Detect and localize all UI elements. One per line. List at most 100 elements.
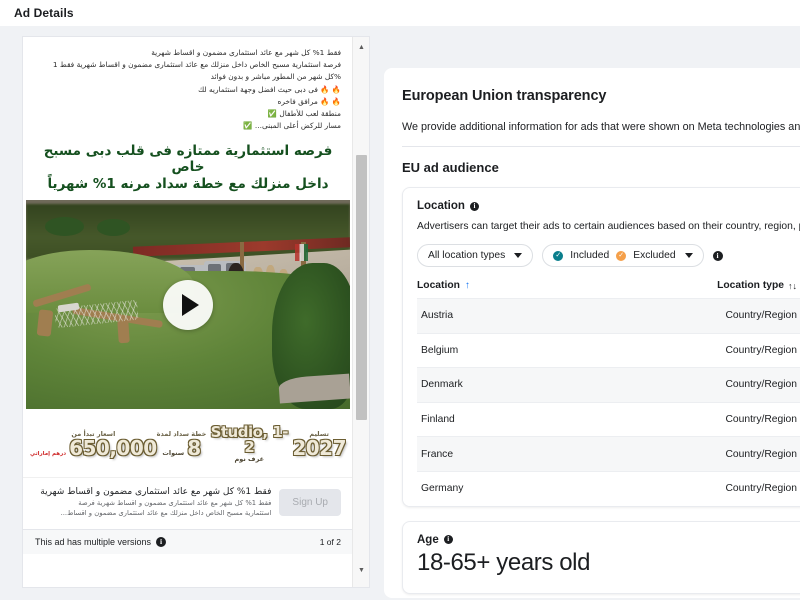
eu-transparency-panel: European Union transparency We provide a… <box>384 68 800 598</box>
ad-body-line-text: مسار للركض أعلى المبنى... <box>254 121 341 131</box>
age-card-heading: Age i <box>417 534 800 546</box>
table-fade-overlay <box>403 491 800 506</box>
chevron-down-icon <box>684 253 693 258</box>
ad-versions-count: 1 of 2 <box>319 536 341 547</box>
ad-body-text: فقط 1% كل شهر مع عائد استثمارى مضمون و ا… <box>23 37 353 137</box>
spec-currency: درهم إماراتي <box>30 451 67 458</box>
spec-price: اسعار تبدأ من 650,000 درهم إماراتي <box>30 430 157 458</box>
ad-cta-row: فقط 1% كل شهر مع عائد استثمارى مضمون و ا… <box>23 477 353 529</box>
ad-video-thumbnail[interactable] <box>26 200 350 410</box>
ad-specs-banner: تسليم 2027 Studio, 1-2 غرف نوم خطة سداد … <box>26 409 350 478</box>
column-header-location-type[interactable]: Location type ↑↓ <box>717 280 800 291</box>
row-location: Belgium <box>421 344 459 356</box>
sort-toggle-icon: ↑↓ <box>788 280 797 291</box>
scrollbar-thumb[interactable] <box>356 155 367 420</box>
page-body: فقط 1% كل شهر مع عائد استثمارى مضمون و ا… <box>0 26 800 600</box>
age-heading-label: Age <box>417 533 439 546</box>
ad-headline-line1: فرصه استثمارية ممتازه فى قلب دبى مسبح خا… <box>43 142 333 176</box>
location-table-body: Austria Country/Region Belgium Country/R… <box>417 298 800 506</box>
eu-ad-audience-heading: EU ad audience <box>402 160 499 175</box>
sign-up-button[interactable]: Sign Up <box>279 488 341 516</box>
row-location: France <box>421 448 454 460</box>
spec-bedrooms: Studio, 1-2 غرف نوم <box>206 423 292 464</box>
row-location: Denmark <box>421 379 463 391</box>
location-card-heading: Location i <box>417 200 800 212</box>
divider <box>402 146 800 147</box>
ad-headline-line2: داخل منزلك مع خطة سداد مرنه 1% شهرياً <box>47 176 329 193</box>
spec-sub: سنوات <box>162 449 185 458</box>
column-header-location-label: Location <box>417 280 460 291</box>
play-button[interactable] <box>163 279 213 330</box>
info-icon[interactable]: i <box>469 201 479 211</box>
hammock-graphic <box>32 283 175 363</box>
excluded-check-icon: ✓ <box>616 250 627 261</box>
ad-cta-title: فقط 1% كل شهر مع عائد استثمارى مضمون و ا… <box>40 487 272 498</box>
ad-versions-bar: This ad has multiple versions i 1 of 2 <box>23 528 353 554</box>
included-label: Included <box>570 250 610 261</box>
check-icon: ✅ <box>267 109 277 119</box>
ad-cta-text: فقط 1% كل شهر مع عائد استثمارى مضمون و ا… <box>35 486 271 519</box>
included-excluded-dropdown[interactable]: ✓ Included ✓ Excluded <box>542 244 704 267</box>
spec-label: Studio, 1-2 <box>210 423 289 457</box>
ad-panel-scrollbar[interactable]: ▲ ▼ <box>352 37 369 587</box>
info-icon[interactable]: i <box>443 535 453 545</box>
ad-scroll-content: فقط 1% كل شهر مع عائد استثمارى مضمون و ا… <box>23 37 353 587</box>
spec-sub: غرف نوم <box>234 455 265 464</box>
table-row[interactable]: France Country/Region <box>417 436 800 471</box>
ad-body-line: 🔥 🔥 مرافق فاخره <box>277 96 341 106</box>
chevron-down-icon <box>514 253 523 258</box>
row-location-type: Country/Region <box>725 448 797 460</box>
age-value: 18-65+ years old <box>417 548 591 576</box>
ad-preview-panel: فقط 1% كل شهر مع عائد استثمارى مضمون و ا… <box>22 36 370 588</box>
spec-value: 650,000 <box>69 436 157 461</box>
ad-body-line: فرصة استثمارية مسبح الخاص داخل منزلك مع … <box>52 60 341 70</box>
eu-transparency-description: We provide additional information for ad… <box>402 121 800 133</box>
ad-body-line: فقط 1% كل شهر مع عائد استثمارى مضمون و ا… <box>151 48 341 57</box>
row-location-type: Country/Region <box>725 310 797 322</box>
sort-ascending-icon: ↑ <box>464 280 470 291</box>
info-icon[interactable]: i <box>712 250 723 261</box>
location-heading-label: Location <box>417 200 465 212</box>
spec-payment-plan: خطة سداد لمدة 8 سنوات <box>157 430 207 458</box>
row-location-type: Country/Region <box>725 344 797 356</box>
spec-value: 2027 <box>292 436 346 461</box>
age-card: Age i 18-65+ years old <box>402 520 800 594</box>
check-icon: ✅ <box>243 121 253 131</box>
location-card-description: Advertisers can target their ads to cert… <box>417 221 800 232</box>
ad-body-line: %كل شهر من المطور مباشر و بدون فوائد <box>210 72 341 82</box>
ad-body-line: 🔥 🔥 فى دبى حيث افضل وجهة استثماريه لك <box>198 84 341 94</box>
column-header-location[interactable]: Location ↑ <box>417 280 470 291</box>
table-row[interactable]: Austria Country/Region <box>417 298 800 333</box>
eu-transparency-title: European Union transparency <box>402 88 607 104</box>
included-check-icon: ✓ <box>553 250 564 261</box>
location-filter-row: All location types ✓ Included ✓ Excluded… <box>417 244 800 267</box>
ad-body-line-text: منطقة لعب للأطفال <box>279 109 341 119</box>
row-location: Finland <box>421 414 455 426</box>
location-card: Location i Advertisers can target their … <box>402 187 800 507</box>
row-location-type: Country/Region <box>725 414 797 426</box>
info-icon[interactable]: i <box>156 536 167 547</box>
page-title: Ad Details <box>14 6 74 20</box>
ad-headline: فرصه استثمارية ممتازه فى قلب دبى مسبح خا… <box>23 136 353 201</box>
ad-body-line-checked: منطقة لعب للأطفال ✅ <box>35 108 341 120</box>
location-type-dropdown[interactable]: All location types <box>417 244 534 267</box>
app-header: Ad Details <box>0 0 800 26</box>
play-triangle-icon <box>182 293 199 316</box>
ad-cta-subtitle: استثمارية مسبح الخاص داخل منزلك مع عائد … <box>60 509 272 518</box>
table-row[interactable]: Denmark Country/Region <box>417 367 800 402</box>
table-row[interactable]: Belgium Country/Region <box>417 332 800 368</box>
location-table-header: Location ↑ Location type ↑↓ <box>417 280 800 298</box>
ad-body-line-checked: مسار للركض أعلى المبنى... ✅ <box>35 120 341 132</box>
row-location: Austria <box>421 310 454 322</box>
spec-value: 8 <box>187 436 201 461</box>
column-header-location-type-label: Location type <box>717 280 784 291</box>
location-type-dropdown-label: All location types <box>428 250 506 261</box>
ad-versions-label-group: This ad has multiple versions i <box>35 536 167 547</box>
row-location-type: Country/Region <box>725 379 797 391</box>
table-row[interactable]: Finland Country/Region <box>417 401 800 437</box>
excluded-label: Excluded <box>633 250 676 261</box>
ad-versions-label: This ad has multiple versions <box>35 536 152 547</box>
scroll-down-arrow-icon[interactable]: ▼ <box>353 562 369 579</box>
scroll-up-arrow-icon[interactable]: ▲ <box>353 39 369 56</box>
ad-cta-subtitle: فقط 1% كل شهر مع عائد استثمارى مضمون و ا… <box>78 499 272 508</box>
